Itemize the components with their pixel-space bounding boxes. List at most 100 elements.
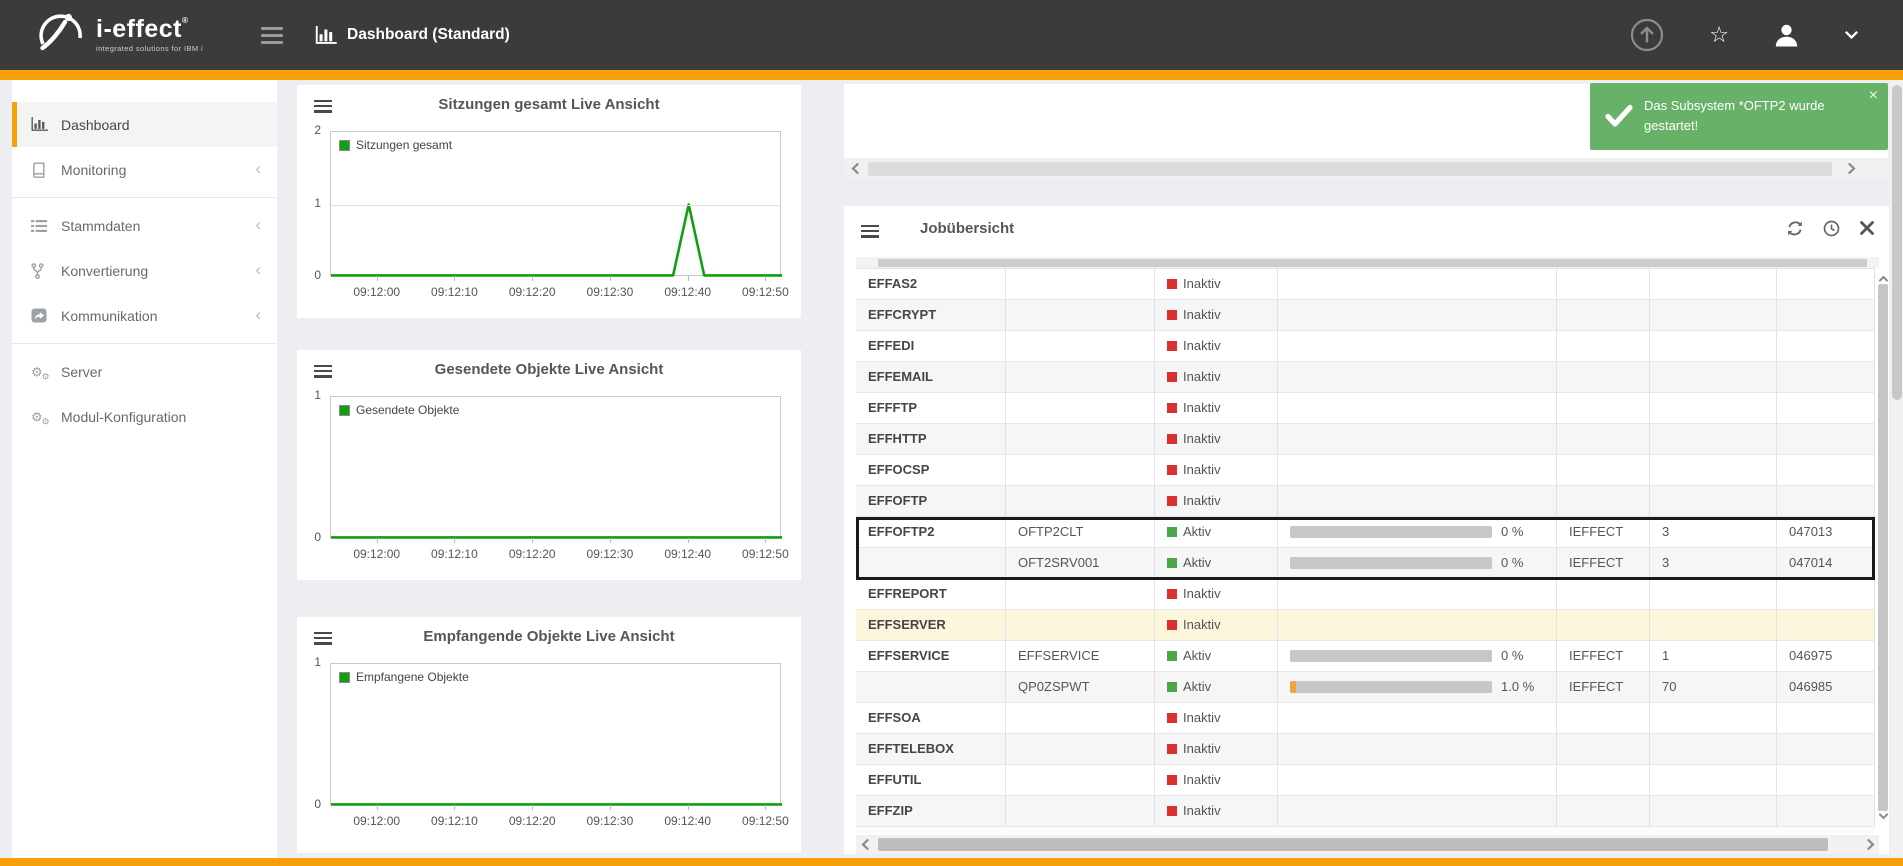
status-indicator: [1167, 527, 1177, 537]
cell-status: Inaktiv: [1155, 300, 1278, 330]
cell-user: [1557, 331, 1650, 361]
scrollbar-thumb[interactable]: [878, 259, 1867, 267]
toast-close-icon[interactable]: ×: [1869, 87, 1878, 105]
gears-icon: ⚙⚙: [31, 409, 57, 425]
chart-plot-area: Empfangene Objekte: [330, 663, 781, 805]
table-row[interactable]: EFFSERVICEEFFSERVICEAktiv0 %IEFFECT10469…: [856, 641, 1875, 672]
nav-dropdown-chevron-icon[interactable]: [1844, 30, 1859, 40]
table-row[interactable]: EFFOFTP2OFTP2CLTAktiv0 %IEFFECT3047013: [856, 517, 1875, 548]
x-tick-mark: [532, 276, 533, 281]
brand-logo[interactable]: i-effect® integrated solutions for IBM i: [34, 9, 203, 62]
sidebar-item-server[interactable]: ⚙⚙Server: [12, 349, 277, 394]
scrollbar-thumb[interactable]: [1892, 85, 1902, 400]
cell-job-name: EFFTELEBOX: [856, 734, 1006, 764]
table-row[interactable]: EFFFTPInaktiv: [856, 393, 1875, 424]
y-axis-labels: 01: [297, 396, 330, 538]
x-tick-label: 09:12:10: [418, 547, 490, 561]
code-fork-icon: [31, 263, 57, 279]
job-table-body: EFFAS2InaktivEFFCRYPTInaktivEFFEDIInakti…: [856, 268, 1875, 827]
cell-progress: 0 %: [1278, 548, 1557, 578]
close-icon[interactable]: [1859, 220, 1875, 237]
table-row[interactable]: EFFEDIInaktiv: [856, 331, 1875, 362]
panel-menu-icon[interactable]: [314, 97, 332, 115]
panel-menu-icon[interactable]: [314, 629, 332, 647]
panel-horizontal-scrollbar[interactable]: [844, 158, 1888, 180]
upload-icon[interactable]: [1629, 17, 1665, 53]
y-tick-label: 0: [314, 797, 321, 811]
table-row[interactable]: EFFREPORTInaktiv: [856, 579, 1875, 610]
sidebar-item-modul-konfiguration[interactable]: ⚙⚙Modul-Konfiguration: [12, 394, 277, 439]
table-row[interactable]: QP0ZSPWTAktiv1.0 %IEFFECT70046985: [856, 672, 1875, 703]
success-check-icon: [1604, 103, 1634, 134]
y-tick-label: 1: [314, 655, 321, 669]
status-label: Inaktiv: [1183, 493, 1221, 508]
scroll-right-icon[interactable]: [1847, 162, 1856, 180]
cell-count: [1650, 610, 1777, 640]
chart-plot-area: Sitzungen gesamt: [330, 131, 781, 276]
cell-job-number: [1777, 703, 1875, 733]
cell-job-number: [1777, 393, 1875, 423]
status-indicator: [1167, 806, 1177, 816]
sidebar-toggle-icon[interactable]: [261, 23, 283, 48]
table-row[interactable]: EFFEMAILInaktiv: [856, 362, 1875, 393]
table-row[interactable]: EFFOFTPInaktiv: [856, 486, 1875, 517]
progress-bar: [1290, 526, 1492, 538]
table-row[interactable]: OFT2SRV001Aktiv0 %IEFFECT3047014: [856, 548, 1875, 579]
progress-bar: [1290, 681, 1492, 693]
sidebar-item-konvertierung[interactable]: Konvertierung‹: [12, 248, 277, 293]
sidebar-item-dashboard[interactable]: Dashboard: [12, 102, 277, 147]
favorites-star-icon[interactable]: ☆: [1709, 23, 1729, 48]
table-row[interactable]: EFFOCSPInaktiv: [856, 455, 1875, 486]
sidebar-item-monitoring[interactable]: Monitoring‹: [12, 147, 277, 192]
status-indicator: [1167, 465, 1177, 475]
table-row[interactable]: EFFTELEBOXInaktiv: [856, 734, 1875, 765]
cell-count: [1650, 765, 1777, 795]
table-row[interactable]: EFFSOAInaktiv: [856, 703, 1875, 734]
cell-job-name: EFFREPORT: [856, 579, 1006, 609]
table-scrollbar-top[interactable]: [856, 257, 1879, 269]
x-tick-mark: [610, 805, 611, 810]
gears-icon: ⚙⚙: [31, 364, 57, 380]
scroll-left-icon[interactable]: [861, 838, 870, 856]
page-scrollbar[interactable]: [1891, 80, 1903, 858]
sidebar-item-stammdaten[interactable]: Stammdaten‹: [12, 203, 277, 248]
scroll-left-icon[interactable]: [851, 162, 860, 180]
table-scrollbar-right[interactable]: [1876, 268, 1889, 827]
table-row[interactable]: EFFHTTPInaktiv: [856, 424, 1875, 455]
cell-user: IEFFECT: [1557, 517, 1650, 547]
history-clock-icon[interactable]: [1823, 220, 1840, 237]
x-tick-label: 09:12:30: [574, 547, 646, 561]
status-label: Aktiv: [1183, 555, 1211, 570]
accent-bar-top: [0, 70, 1903, 80]
refresh-icon[interactable]: [1786, 220, 1804, 237]
status-indicator: [1167, 310, 1177, 320]
bar-chart-icon: [31, 117, 57, 132]
cell-progress: [1278, 331, 1557, 361]
scrollbar-thumb[interactable]: [868, 162, 1832, 176]
scrollbar-thumb[interactable]: [878, 838, 1828, 851]
scroll-down-icon[interactable]: [1878, 807, 1889, 825]
table-row[interactable]: EFFSERVERInaktiv: [856, 610, 1875, 641]
status-indicator: [1167, 682, 1177, 692]
table-row[interactable]: EFFAS2Inaktiv: [856, 269, 1875, 300]
cell-subjob-name: [1006, 486, 1155, 516]
x-tick-mark: [765, 538, 766, 543]
sidebar-item-kommunikation[interactable]: Kommunikation‹: [12, 293, 277, 338]
scrollbar-thumb[interactable]: [1878, 284, 1888, 811]
panel-menu-icon[interactable]: [314, 362, 332, 380]
status-label: Inaktiv: [1183, 369, 1221, 384]
panel-sent-objects-live: Gesendete Objekte Live Ansicht 01 Gesend…: [297, 350, 801, 580]
status-indicator: [1167, 434, 1177, 444]
x-tick-mark: [454, 805, 455, 810]
user-icon[interactable]: [1773, 22, 1800, 48]
cell-progress: [1278, 765, 1557, 795]
status-indicator: [1167, 372, 1177, 382]
dashboard-icon: [315, 26, 337, 45]
panel-menu-icon[interactable]: [861, 222, 879, 240]
table-scrollbar-bottom[interactable]: [856, 835, 1879, 854]
table-row[interactable]: EFFCRYPTInaktiv: [856, 300, 1875, 331]
table-row[interactable]: EFFZIPInaktiv: [856, 796, 1875, 827]
scroll-right-icon[interactable]: [1866, 838, 1875, 856]
table-row[interactable]: EFFUTILInaktiv: [856, 765, 1875, 796]
cell-status: Inaktiv: [1155, 610, 1278, 640]
